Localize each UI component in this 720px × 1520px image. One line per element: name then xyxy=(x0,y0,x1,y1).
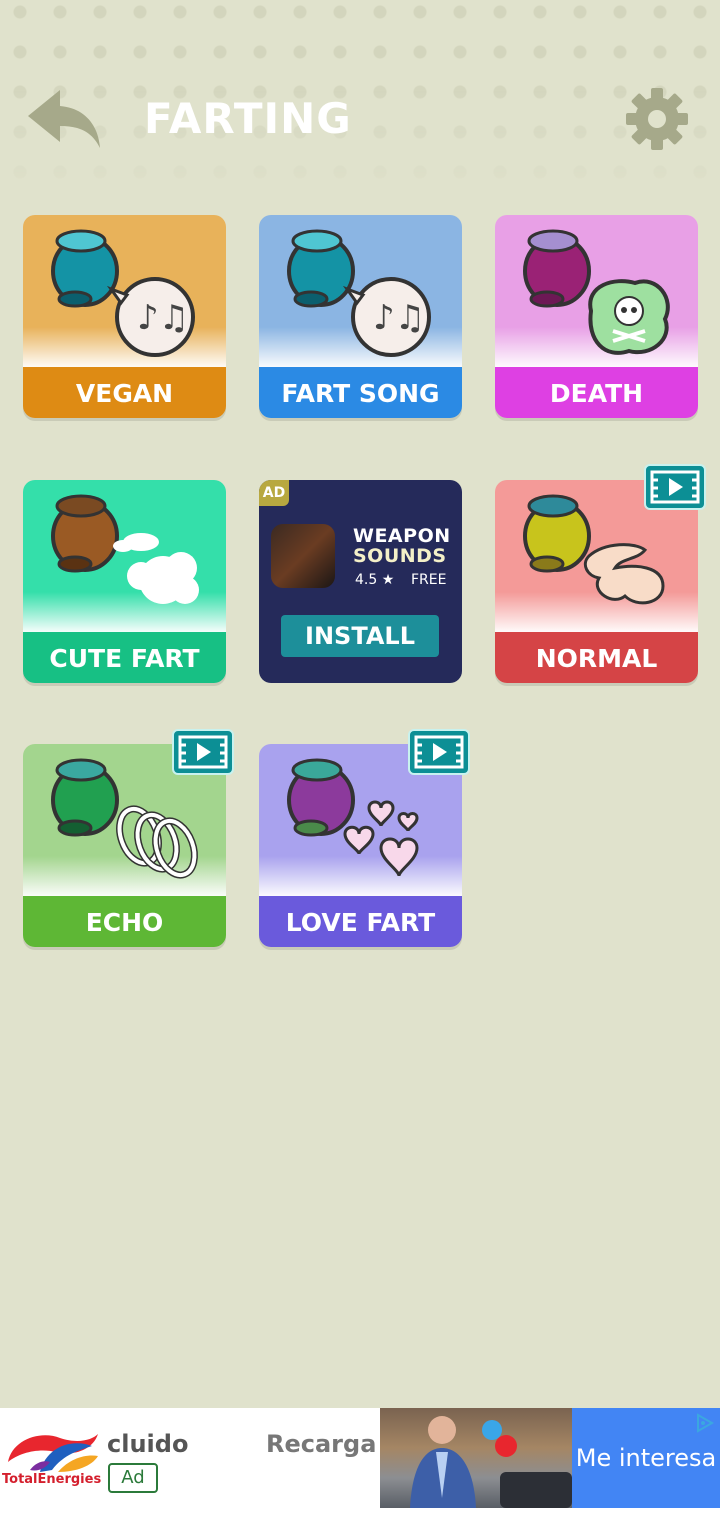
ad-app-icon xyxy=(271,524,335,588)
ad-title-line2: SOUNDS xyxy=(353,545,447,567)
video-unlock-icon[interactable] xyxy=(408,729,470,775)
sound-card-vegan[interactable]: ♪♫ VEGAN xyxy=(23,215,226,418)
butt-skull-icon xyxy=(523,229,670,355)
sound-label: FART SONG xyxy=(259,367,462,418)
svg-text:♪♫: ♪♫ xyxy=(137,298,189,338)
butt-cloud-icon xyxy=(51,494,199,604)
ad-app-title: WEAPON SOUNDS xyxy=(353,526,459,566)
back-arrow-icon[interactable] xyxy=(24,86,104,152)
banner-text: cluido xyxy=(107,1430,189,1458)
video-unlock-icon[interactable] xyxy=(644,464,706,510)
sound-label: CUTE FART xyxy=(23,632,226,683)
ad-price: FREE xyxy=(411,572,447,588)
ad-title-line1: WEAPON xyxy=(353,525,451,547)
sound-label: VEGAN xyxy=(23,367,226,418)
sound-label: ECHO xyxy=(23,896,226,947)
gear-icon[interactable] xyxy=(624,86,690,152)
video-unlock-icon[interactable] xyxy=(172,729,234,775)
ad-banner[interactable]: TotalEnergies cluido Ad Recarga Me inter… xyxy=(0,1408,720,1508)
bottom-strip xyxy=(0,1508,720,1520)
sound-card-cute-fart[interactable]: CUTE FART xyxy=(23,480,226,683)
adchoices-icon[interactable] xyxy=(694,1412,716,1434)
ad-rating: 4.5 ★ xyxy=(355,572,395,588)
sound-label: DEATH xyxy=(495,367,698,418)
install-button[interactable]: INSTALL xyxy=(281,615,439,657)
page-title: FARTING xyxy=(144,94,352,143)
ad-badge: Ad xyxy=(108,1463,158,1493)
butt-note-icon: ♪♫ xyxy=(51,229,195,357)
butt-note-icon: ♪♫ xyxy=(287,229,431,357)
banner-text: Recarga xyxy=(266,1430,377,1458)
ad-card[interactable]: AD WEAPON SOUNDS 4.5 ★ FREE INSTALL xyxy=(259,480,462,683)
sound-card-death[interactable]: DEATH xyxy=(495,215,698,418)
sound-label: NORMAL xyxy=(495,632,698,683)
banner-photo xyxy=(380,1408,572,1508)
sound-card-fart-song[interactable]: ♪♫ FART SONG xyxy=(259,215,462,418)
svg-text:♪♫: ♪♫ xyxy=(373,298,425,338)
header: FARTING xyxy=(0,80,720,160)
brand-logo xyxy=(8,1434,98,1472)
sound-label: LOVE FART xyxy=(259,896,462,947)
ad-tag: AD xyxy=(259,480,289,506)
brand-name: TotalEnergies xyxy=(2,1472,102,1487)
